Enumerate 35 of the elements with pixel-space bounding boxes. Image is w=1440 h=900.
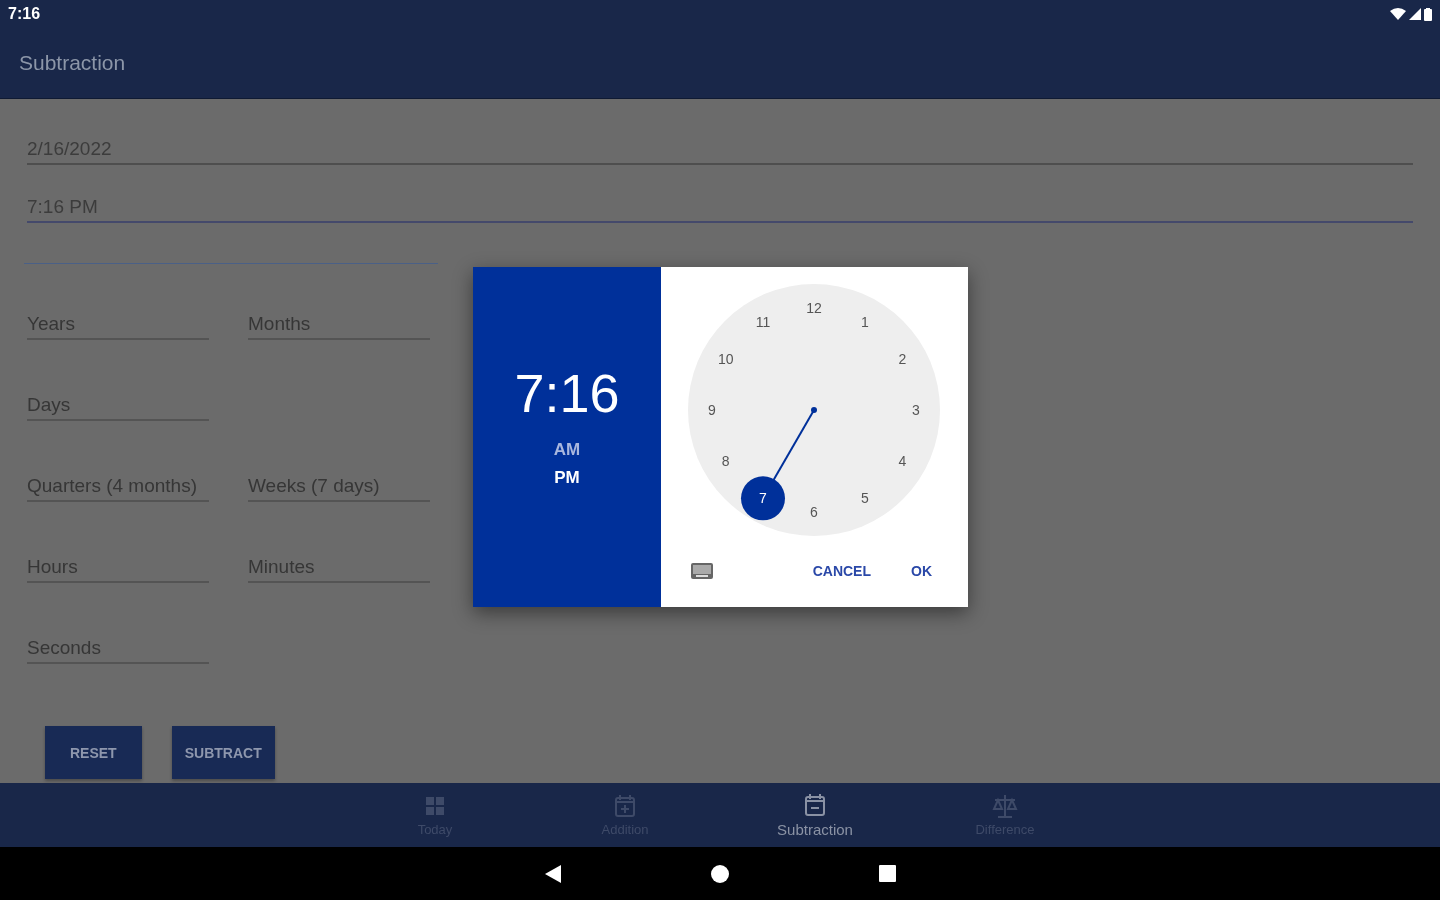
- dial-number[interactable]: 4: [898, 453, 907, 469]
- clock-hand[interactable]: [741, 407, 817, 521]
- signal-icon: [1409, 8, 1421, 20]
- dial-number[interactable]: 1: [861, 313, 869, 330]
- dial-number[interactable]: 9: [708, 402, 716, 418]
- app-title: Subtraction: [19, 51, 126, 75]
- action-button[interactable]: SUBTRACT: [171, 726, 275, 779]
- dial-number[interactable]: 6: [810, 504, 818, 520]
- scale-icon: [992, 793, 1018, 819]
- home-icon[interactable]: [710, 864, 729, 883]
- period-option[interactable]: PM: [554, 468, 580, 488]
- keyboard-icon[interactable]: [691, 563, 713, 579]
- calendar-minus-icon: [802, 792, 828, 818]
- dial-number[interactable]: 3: [912, 402, 920, 418]
- back-icon[interactable]: [544, 864, 561, 883]
- dial-number[interactable]: 12: [806, 300, 822, 316]
- status-time: 7:16: [8, 5, 41, 23]
- dialog-button[interactable]: CANCEL: [804, 559, 879, 583]
- dial-number[interactable]: 11: [755, 313, 771, 330]
- clock-face[interactable]: [688, 284, 940, 536]
- dial-number[interactable]: 7: [759, 490, 767, 507]
- nav-label: Subtraction: [777, 821, 853, 838]
- time-display[interactable]: 7:16: [514, 362, 620, 424]
- dial-number[interactable]: 10: [717, 351, 734, 367]
- dial-number[interactable]: 5: [861, 490, 869, 507]
- period-option[interactable]: AM: [553, 440, 581, 460]
- dial-number[interactable]: 8: [721, 453, 730, 469]
- recents-icon[interactable]: [878, 865, 896, 882]
- action-button[interactable]: RESET: [45, 726, 142, 779]
- wifi-icon: [1390, 8, 1406, 20]
- dialog-button[interactable]: OK: [903, 559, 940, 583]
- calendar-plus-icon: [612, 793, 638, 819]
- dial-number[interactable]: 2: [898, 351, 907, 367]
- battery-icon: [1424, 7, 1432, 21]
- nav-tab[interactable]: Subtraction: [720, 783, 910, 847]
